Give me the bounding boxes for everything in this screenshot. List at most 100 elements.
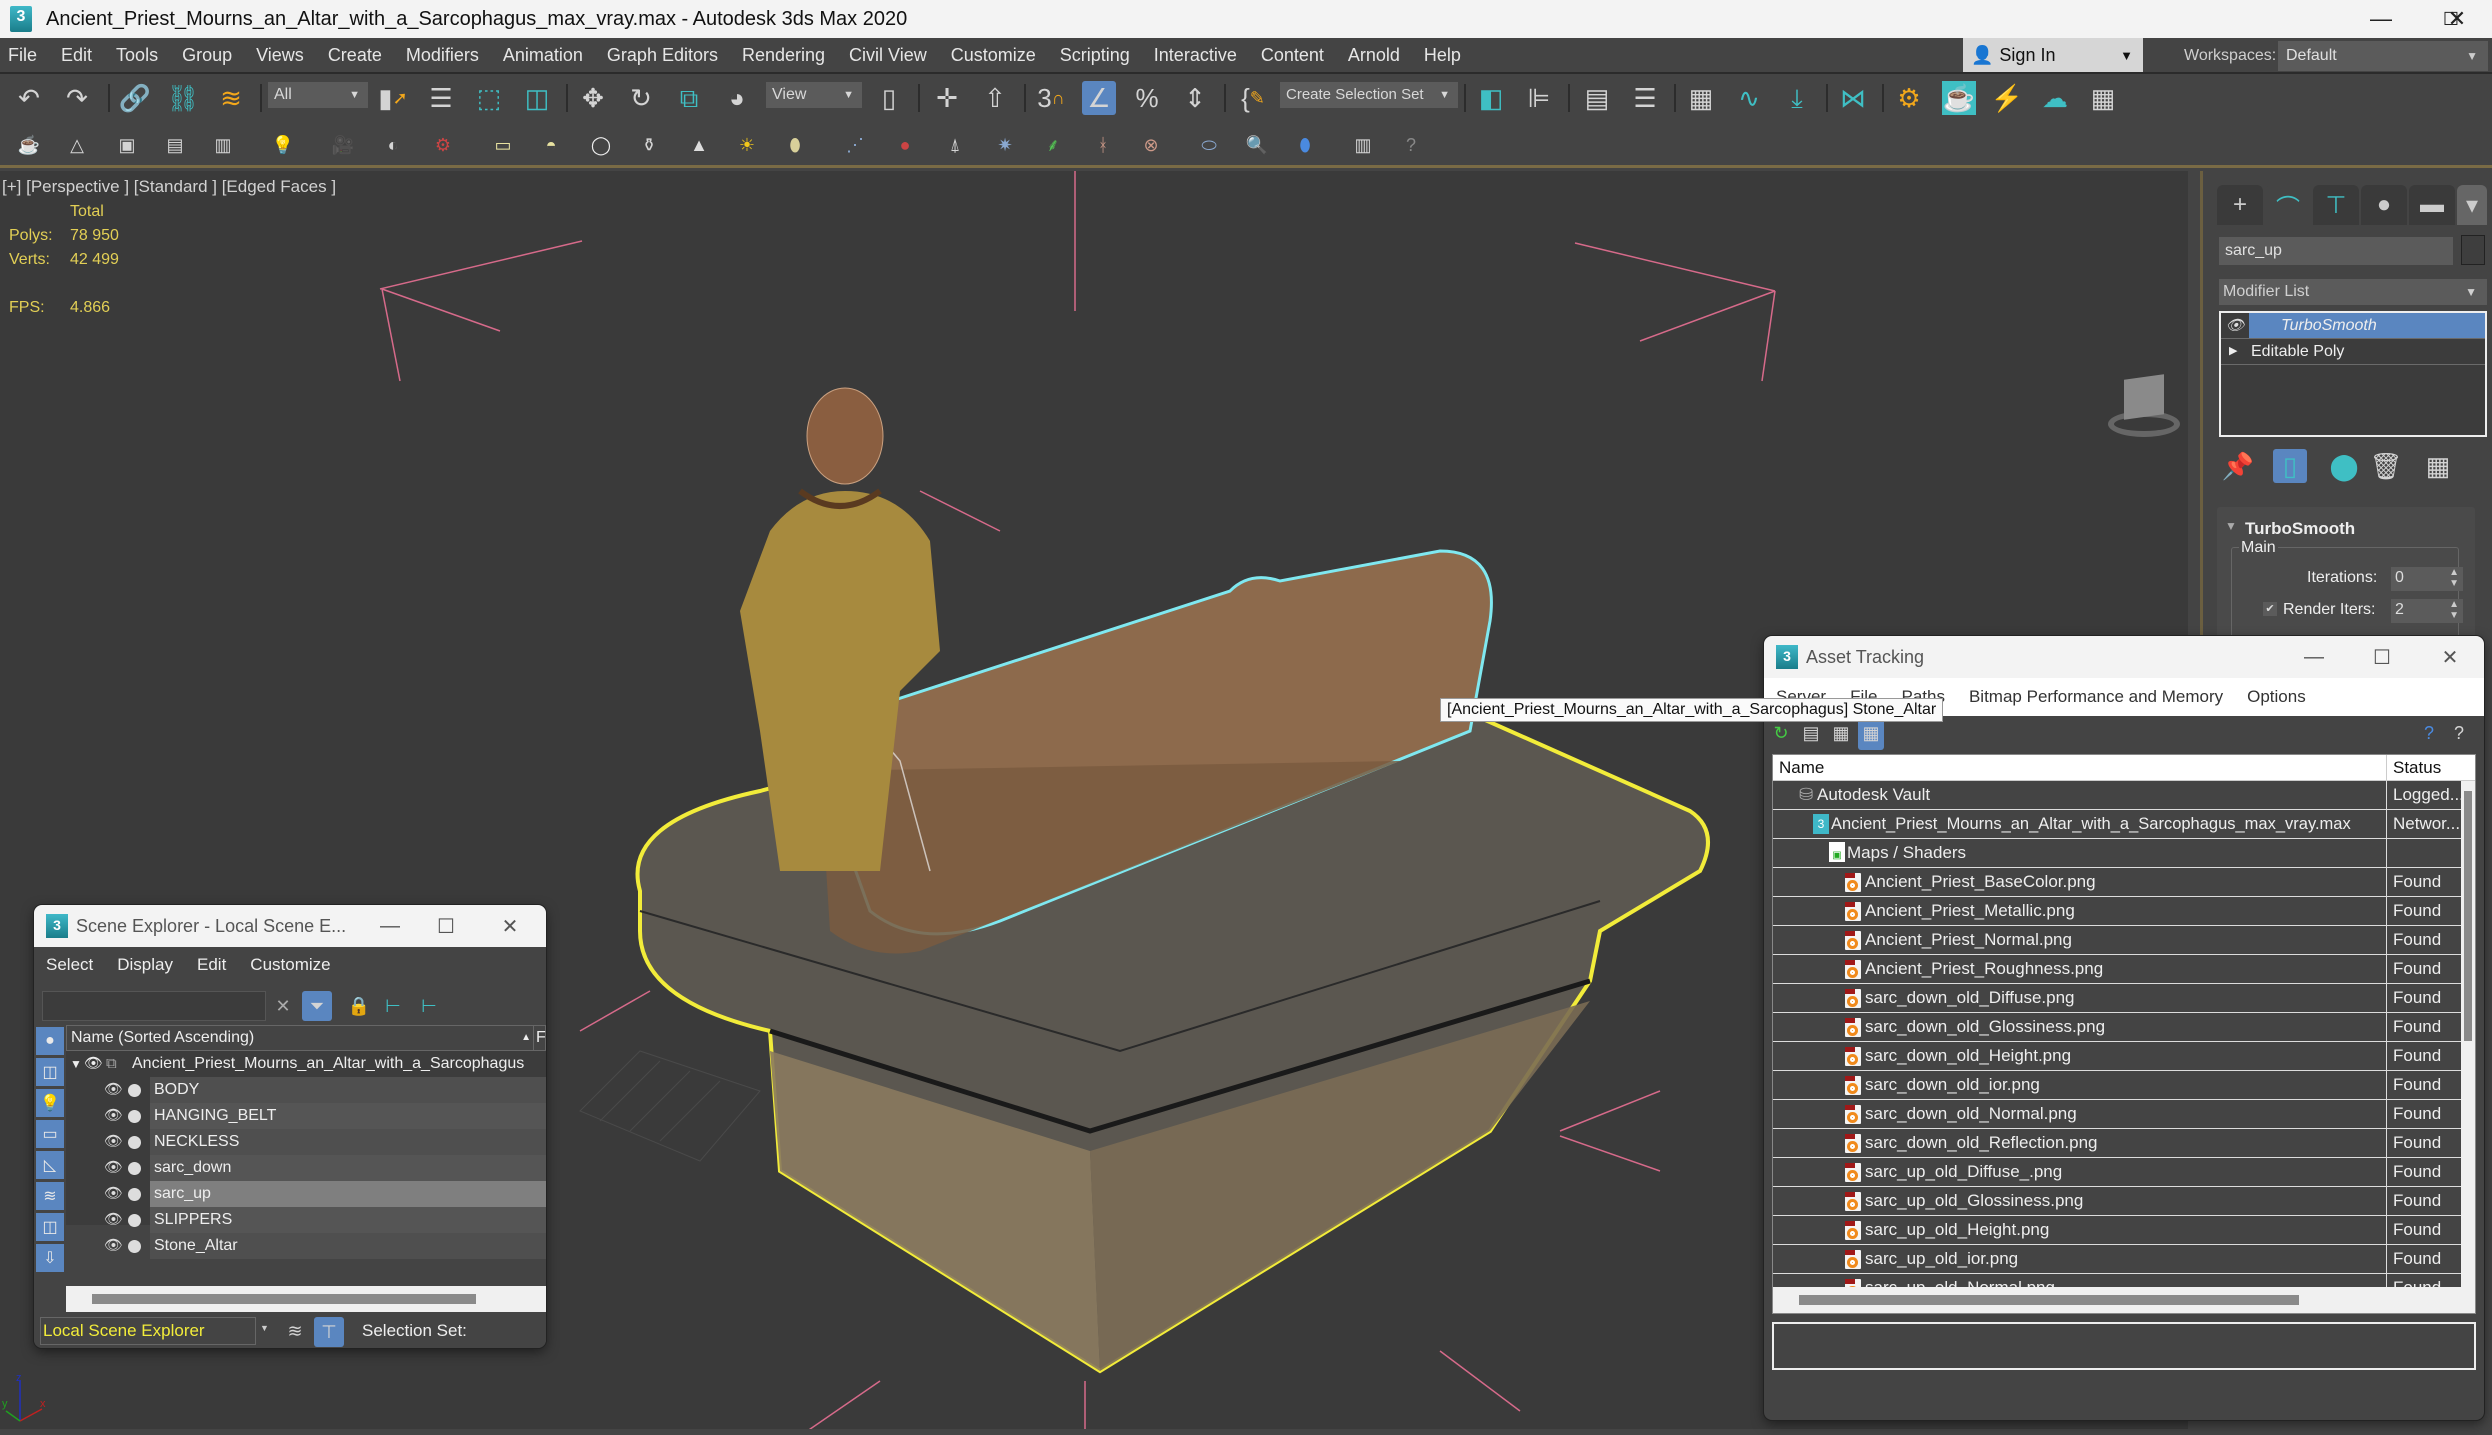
horizontal-scrollbar[interactable] <box>1773 1287 2475 1313</box>
menu-content[interactable]: Content <box>1249 37 1336 73</box>
align-icon[interactable]: ⊫ <box>1522 81 1556 115</box>
menu-customize[interactable]: Customize <box>238 955 342 975</box>
plane-light-icon[interactable]: ▭ <box>490 132 516 158</box>
menu-display[interactable]: Display <box>105 955 185 975</box>
physical-camera-icon[interactable]: ◐ <box>380 132 406 158</box>
viewcube[interactable] <box>2104 371 2184 441</box>
asset-row-map[interactable]: Ancient_Priest_Metallic.png Found <box>1773 897 2475 926</box>
rendered-frame-window-icon[interactable]: ☕ <box>1942 81 1976 115</box>
display-tab[interactable]: ▬ <box>2409 185 2455 225</box>
toggle-ribbon-icon[interactable]: ▦ <box>1684 81 1718 115</box>
collapse-arrow-icon[interactable]: ▼ <box>70 1051 82 1077</box>
object-color-swatch[interactable] <box>2461 235 2485 265</box>
menu-scripting[interactable]: Scripting <box>1048 37 1142 73</box>
help-icon[interactable]: ? <box>1398 132 1424 158</box>
close-button[interactable]: ✕ <box>480 905 540 947</box>
tree-item-sarc-up[interactable]: 👁 sarc_up <box>66 1181 546 1207</box>
asset-tracking-titlebar[interactable]: 3 Asset Tracking — ☐ ✕ <box>1764 636 2484 678</box>
tree-item-neckless[interactable]: 👁 NECKLESS <box>66 1129 546 1155</box>
modify-tab[interactable]: ⌒ <box>2265 185 2311 225</box>
shapes-filter-icon[interactable]: ◫ <box>36 1058 64 1086</box>
asset-row-map[interactable]: sarc_down_old_Glossiness.png Found <box>1773 1013 2475 1042</box>
asset-row-map[interactable]: sarc_up_old_Height.png Found <box>1773 1216 2475 1245</box>
menu-file[interactable]: File <box>0 37 49 73</box>
render-cloud-icon[interactable]: ☁ <box>2038 81 2072 115</box>
curve-editor-icon[interactable]: ∿ <box>1732 81 1766 115</box>
create-tab[interactable]: + <box>2217 185 2263 225</box>
link-icon[interactable]: 🔗 <box>118 81 152 115</box>
modifier-list-dropdown[interactable]: Modifier List ▼ <box>2219 279 2487 305</box>
menu-create[interactable]: Create <box>316 37 394 73</box>
sphere-light-icon[interactable]: ◯ <box>588 132 614 158</box>
volume-icon[interactable]: ✷ <box>992 132 1018 158</box>
decal-icon[interactable]: ⊗ <box>1138 132 1164 158</box>
stack-item-editable-poly[interactable]: ▶ Editable Poly <box>2221 339 2485 365</box>
eye-icon[interactable]: 👁 <box>104 1233 123 1259</box>
bind-space-warp-icon[interactable]: ≋ <box>214 81 248 115</box>
camera-settings-icon[interactable]: ⚙ <box>430 132 456 158</box>
select-by-name-icon[interactable]: ☰ <box>424 81 458 115</box>
fur-icon[interactable]: ⸙ <box>1040 132 1066 158</box>
menu-rendering[interactable]: Rendering <box>730 37 837 73</box>
teapot-icon[interactable]: ☕ <box>16 132 42 158</box>
frozen-column-header[interactable]: F <box>533 1026 546 1050</box>
placement-icon[interactable]: ◕ <box>720 81 754 115</box>
selection-filter-dropdown[interactable]: All ▼ <box>268 82 368 108</box>
eye-icon[interactable]: 👁 <box>104 1077 123 1103</box>
move-icon[interactable]: ✥ <box>576 81 610 115</box>
panel-icon[interactable]: ▤ <box>162 132 188 158</box>
sign-in-button[interactable]: 👤 Sign In ▼ <box>1963 38 2143 72</box>
keyboard-shortcut-icon[interactable]: ⇧ <box>978 81 1012 115</box>
list-view-icon[interactable]: ▤ <box>1798 720 1824 746</box>
eye-icon[interactable]: 👁 <box>104 1181 123 1207</box>
scrollbar-thumb[interactable] <box>1799 1295 2299 1305</box>
proxy-icon[interactable]: ⋰ <box>842 132 868 158</box>
spinner-arrows-icon[interactable]: ▲ ▼ <box>2449 567 2459 589</box>
redo-icon[interactable]: ↷ <box>60 81 94 115</box>
light-list-icon[interactable]: 💡 <box>270 132 296 158</box>
frame-buffer-icon[interactable]: ⬮ <box>1292 132 1318 158</box>
minimize-button[interactable]: — <box>360 905 420 947</box>
tree-item-hanging-belt[interactable]: 👁 HANGING_BELT <box>66 1103 546 1129</box>
angle-snap-icon[interactable]: ∠ <box>1082 81 1116 115</box>
asset-row-maps-group[interactable]: ▣ Maps / Shaders <box>1773 839 2475 868</box>
status-column-header[interactable]: Status <box>2386 755 2441 781</box>
horizontal-scrollbar[interactable] <box>66 1286 546 1312</box>
scale-icon[interactable]: ⧉ <box>672 81 706 115</box>
groups-filter-icon[interactable]: ◫ <box>36 1213 64 1241</box>
environment-icon[interactable]: ⍋ <box>942 132 968 158</box>
menu-options[interactable]: Options <box>2235 687 2318 707</box>
menu-customize[interactable]: Customize <box>939 37 1048 73</box>
spot-light-icon[interactable]: ▲ <box>686 132 712 158</box>
render-iters-spinner[interactable]: 2 ▲ ▼ <box>2391 599 2463 623</box>
sun-light-icon[interactable]: ☀ <box>734 132 760 158</box>
scrollbar-thumb[interactable] <box>2464 791 2472 1041</box>
window-crossing-icon[interactable]: ◫ <box>520 81 554 115</box>
refresh-icon[interactable]: ↻ <box>1768 720 1794 746</box>
select-manipulate-icon[interactable]: ✛ <box>930 81 964 115</box>
eye-icon[interactable]: 👁 <box>104 1103 123 1129</box>
viewport-layout-icon[interactable]: ▦ <box>2086 81 2120 115</box>
use-pivot-icon[interactable]: ▯ <box>872 81 906 115</box>
name-column-header[interactable]: Name <box>1779 755 1824 781</box>
dome-light-icon[interactable]: ◓ <box>538 132 564 158</box>
close-button[interactable]: ✕ <box>2420 636 2480 678</box>
edit-named-sets-icon[interactable]: {✎ <box>1236 81 1270 115</box>
tree-item-body[interactable]: 👁 BODY <box>66 1077 546 1103</box>
render-production-icon[interactable]: ⚡ <box>1990 81 2024 115</box>
asset-row-map[interactable]: Ancient_Priest_Normal.png Found <box>1773 926 2475 955</box>
menu-edit[interactable]: Edit <box>185 955 238 975</box>
menu-modifiers[interactable]: Modifiers <box>394 37 491 73</box>
remove-modifier-icon[interactable]: 🗑 <box>2369 449 2403 483</box>
pin-stack-icon[interactable]: 📌 <box>2221 449 2255 483</box>
name-column-header[interactable]: Name (Sorted Ascending) ▲ F <box>66 1025 546 1051</box>
close-button[interactable]: ✕ <box>2422 0 2492 38</box>
asset-row-map[interactable]: sarc_down_old_Height.png Found <box>1773 1042 2475 1071</box>
eye-icon[interactable]: 👁 <box>104 1207 123 1233</box>
lock-icon[interactable]: 🔒 <box>346 993 372 1019</box>
menu-interactive[interactable]: Interactive <box>1142 37 1249 73</box>
lights-filter-icon[interactable]: 💡 <box>36 1089 64 1117</box>
viewcube-box-icon[interactable] <box>2124 374 2164 420</box>
tree-root[interactable]: ▼ 👁 ⧉ Ancient_Priest_Mourns_an_Altar_wit… <box>66 1051 546 1077</box>
menu-graph-editors[interactable]: Graph Editors <box>595 37 730 73</box>
